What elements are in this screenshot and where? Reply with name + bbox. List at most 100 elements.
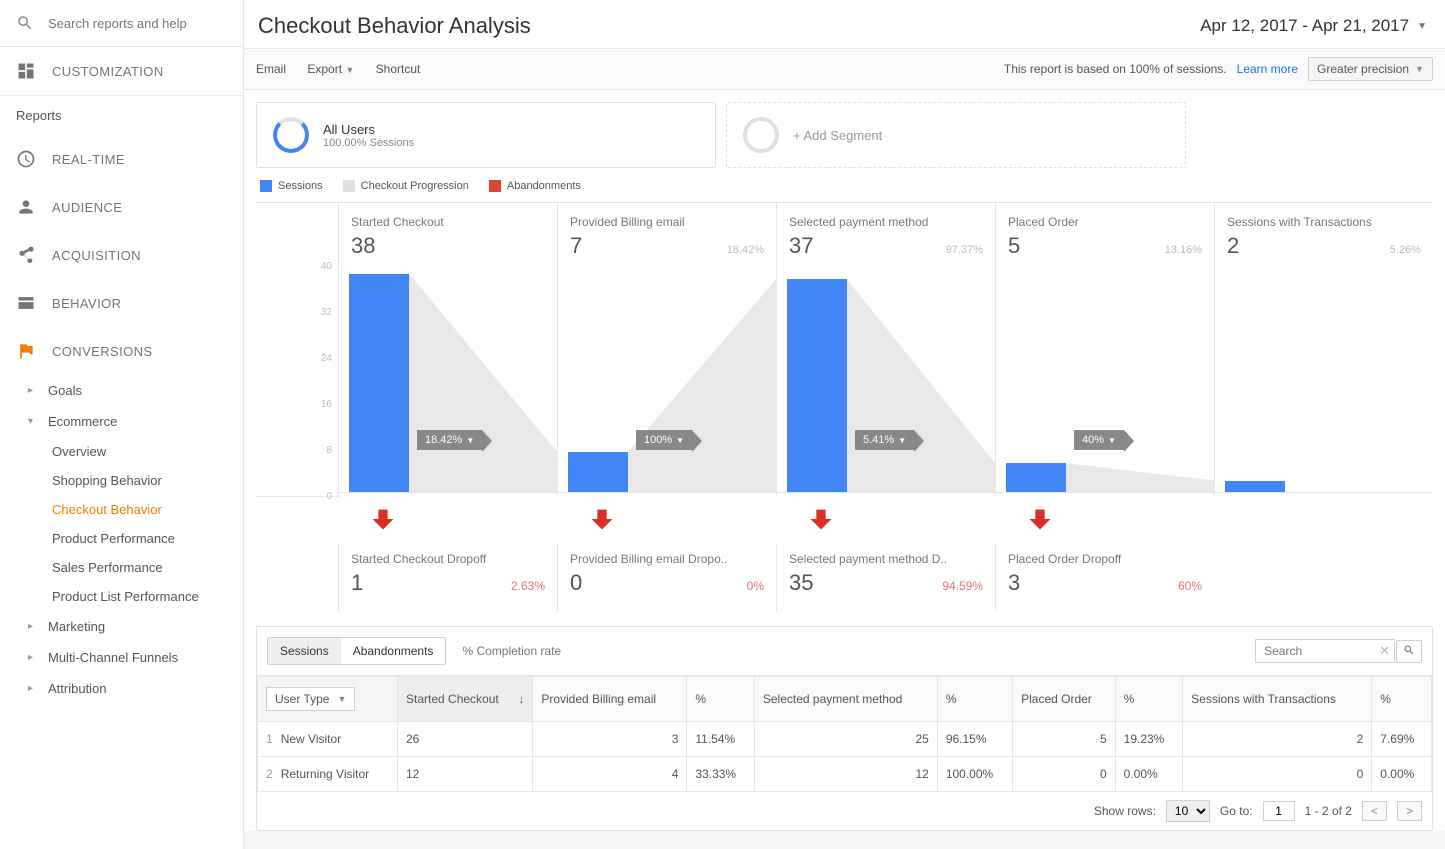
sub-attribution[interactable]: ▸Attribution xyxy=(0,673,243,704)
th-col[interactable]: Provided Billing email xyxy=(533,677,687,722)
search-row[interactable] xyxy=(0,0,243,47)
date-picker[interactable]: Apr 12, 2017 - Apr 21, 2017 ▼ xyxy=(1190,12,1437,40)
pager-prev[interactable]: < xyxy=(1362,801,1387,821)
export-link[interactable]: Export ▼ xyxy=(307,62,354,76)
nav-audience[interactable]: AUDIENCE xyxy=(0,183,243,231)
swatch-blue xyxy=(260,180,272,192)
th-col[interactable]: % xyxy=(687,677,754,722)
drop-arrow xyxy=(776,497,995,544)
sub-goals[interactable]: ▸Goals xyxy=(0,375,243,406)
cell: 25 xyxy=(754,722,937,757)
sub-mcf[interactable]: ▸Multi-Channel Funnels xyxy=(0,642,243,673)
step-pct: 5.26% xyxy=(1390,244,1421,256)
table-search-input[interactable] xyxy=(1255,639,1395,663)
step-value: 38 xyxy=(351,233,375,259)
subsub-checkout[interactable]: Checkout Behavior xyxy=(0,495,243,524)
goto-input[interactable] xyxy=(1263,801,1295,821)
data-table: User Type ▼Started Checkout ↓Provided Bi… xyxy=(257,676,1432,792)
nav-label: BEHAVIOR xyxy=(52,296,121,311)
y-tick: 8 xyxy=(326,445,332,456)
step-value: 5 xyxy=(1008,233,1020,259)
arrow-down-icon xyxy=(368,505,398,533)
drop-value: 3 xyxy=(1008,570,1020,596)
th-col[interactable]: % xyxy=(937,677,1012,722)
precision-dropdown[interactable]: Greater precision ▼ xyxy=(1308,57,1433,81)
sub-marketing[interactable]: ▸Marketing xyxy=(0,611,243,642)
subsub-shopping[interactable]: Shopping Behavior xyxy=(0,466,243,495)
chart-area: 18.42% ▼ xyxy=(339,263,557,493)
nav-behavior[interactable]: BEHAVIOR xyxy=(0,279,243,327)
sub-label: Marketing xyxy=(48,619,105,634)
search-button[interactable] xyxy=(1396,640,1422,663)
chart-area: 5.41% ▼ xyxy=(777,263,995,493)
cell: 3 xyxy=(533,722,687,757)
nav-acquisition[interactable]: ACQUISITION xyxy=(0,231,243,279)
step-label: Placed Order xyxy=(1008,215,1202,229)
add-segment[interactable]: + Add Segment xyxy=(726,102,1186,168)
flow-pct-tag[interactable]: 5.41% ▼ xyxy=(855,430,914,450)
nav-realtime[interactable]: REAL-TIME xyxy=(0,135,243,183)
learn-more-link[interactable]: Learn more xyxy=(1237,62,1298,76)
cell: 0 xyxy=(1013,757,1116,792)
drop-value: 0 xyxy=(570,570,582,596)
drop-pct: 60% xyxy=(1178,579,1202,593)
table-row[interactable]: 1New Visitor26311.54%2596.15%519.23%27.6… xyxy=(258,722,1432,757)
legend-abandon: Abandonments xyxy=(489,180,581,192)
step-pct: 97.37% xyxy=(946,244,983,256)
flow-pct-tag[interactable]: 40% ▼ xyxy=(1074,430,1124,450)
precision-label: Greater precision xyxy=(1317,62,1409,76)
behavior-icon xyxy=(16,293,36,313)
subsub-product-list[interactable]: Product List Performance xyxy=(0,582,243,611)
completion-label: % Completion rate xyxy=(462,644,561,658)
table-row[interactable]: 2Returning Visitor12433.33%12100.00%00.0… xyxy=(258,757,1432,792)
step-pct: 13.16% xyxy=(1165,244,1202,256)
th-dimension[interactable]: User Type ▼ xyxy=(258,677,398,722)
segment-all-users[interactable]: All Users 100.00% Sessions xyxy=(256,102,716,168)
nav-customization[interactable]: CUSTOMIZATION xyxy=(0,47,243,95)
th-col[interactable]: Sessions with Transactions xyxy=(1183,677,1372,722)
cell: 12 xyxy=(398,757,533,792)
tab-sessions[interactable]: Sessions xyxy=(268,638,341,664)
chart-area xyxy=(1215,263,1433,493)
th-col[interactable]: % xyxy=(1372,677,1432,722)
table-controls: Sessions Abandonments % Completion rate … xyxy=(257,627,1432,676)
subsub-sales-perf[interactable]: Sales Performance xyxy=(0,553,243,582)
y-tick: 0 xyxy=(326,491,332,502)
drop-label: Placed Order Dropoff xyxy=(1008,552,1202,566)
drop-value: 35 xyxy=(789,570,813,596)
chevron-down-icon: ▼ xyxy=(1415,64,1424,74)
flow-pct-tag[interactable]: 100% ▼ xyxy=(636,430,692,450)
th-col[interactable]: % xyxy=(1115,677,1182,722)
tab-abandonments[interactable]: Abandonments xyxy=(341,638,446,664)
cell: 0 xyxy=(1183,757,1372,792)
legend-sessions: Sessions xyxy=(260,180,323,192)
drop-cell: Selected payment method D..3594.59% xyxy=(776,544,995,612)
pager-next[interactable]: > xyxy=(1397,801,1422,821)
y-tick: 40 xyxy=(321,261,332,272)
drop-label: Provided Billing email Dropo.. xyxy=(570,552,764,566)
cell: 96.15% xyxy=(937,722,1012,757)
cell: 19.23% xyxy=(1115,722,1182,757)
step-label: Started Checkout xyxy=(351,215,545,229)
swatch-grey xyxy=(343,180,355,192)
subsub-product-perf[interactable]: Product Performance xyxy=(0,524,243,553)
drop-pct: 94.59% xyxy=(942,579,983,593)
nav-label: ACQUISITION xyxy=(52,248,141,263)
subsub-overview[interactable]: Overview xyxy=(0,437,243,466)
sub-label: Attribution xyxy=(48,681,107,696)
shortcut-link[interactable]: Shortcut xyxy=(376,62,421,76)
th-col[interactable]: Started Checkout ↓ xyxy=(398,677,533,722)
clear-icon[interactable]: ✕ xyxy=(1379,643,1390,659)
th-col[interactable]: Placed Order xyxy=(1013,677,1116,722)
sub-ecommerce[interactable]: ▾Ecommerce xyxy=(0,406,243,437)
toolbar-right: This report is based on 100% of sessions… xyxy=(1004,57,1433,81)
step-value: 37 xyxy=(789,233,813,259)
cell: 11.54% xyxy=(687,722,754,757)
th-col[interactable]: Selected payment method xyxy=(754,677,937,722)
rows-select[interactable]: 10 xyxy=(1166,800,1210,822)
legend-progression: Checkout Progression xyxy=(343,180,469,192)
search-input[interactable] xyxy=(48,16,208,31)
nav-conversions[interactable]: CONVERSIONS xyxy=(0,327,243,375)
flow-pct-tag[interactable]: 18.42% ▼ xyxy=(417,430,482,450)
email-link[interactable]: Email xyxy=(256,62,286,76)
